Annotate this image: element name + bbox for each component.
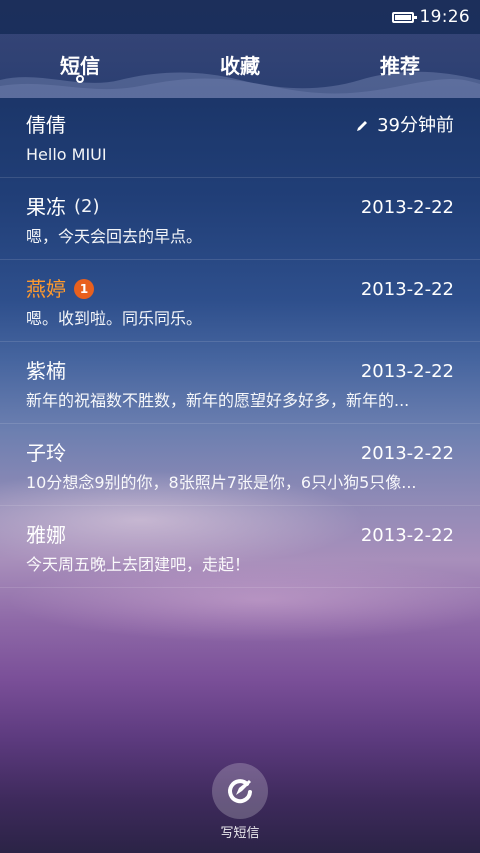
tab-recommended[interactable]: 推荐	[350, 50, 450, 79]
pencil-icon	[357, 121, 368, 131]
tab-favorites[interactable]: 收藏	[190, 50, 290, 79]
selected-tab-indicator	[76, 75, 84, 83]
contact-name: 子玲	[26, 441, 66, 465]
message-count: (2)	[74, 196, 100, 217]
conversation-list: 倩倩 39分钟前 Hello MIUI 果冻 (2) 2013-2-22 嗯，今…	[0, 96, 480, 588]
contact-name: 紫楠	[26, 359, 66, 383]
message-preview: 今天周五晚上去团建吧，走起！	[26, 555, 251, 574]
message-time: 2013-2-22	[360, 197, 454, 218]
conversation-row[interactable]: 雅娜 2013-2-22 今天周五晚上去团建吧，走起！	[0, 506, 480, 588]
conversation-row[interactable]: 果冻 (2) 2013-2-22 嗯，今天会回去的早点。	[0, 178, 480, 260]
contact-name: 倩倩	[26, 113, 66, 137]
conversation-row[interactable]: 倩倩 39分钟前 Hello MIUI	[0, 96, 480, 178]
conversation-row[interactable]: 燕婷 1 2013-2-22 嗯。收到啦。同乐同乐。	[0, 260, 480, 342]
message-time: 2013-2-22	[360, 443, 454, 464]
message-preview: 新年的祝福数不胜数，新年的愿望好多好多，新年的...	[26, 391, 410, 410]
message-preview: 嗯。收到啦。同乐同乐。	[26, 309, 203, 328]
conversation-row[interactable]: 子玲 2013-2-22 10分想念9别的你，8张照片7张是你，6只小狗5只像.…	[0, 424, 480, 506]
message-time: 39分钟前	[377, 115, 454, 136]
compose-icon	[228, 779, 252, 804]
contact-name: 雅娜	[26, 523, 66, 547]
message-time: 2013-2-22	[360, 361, 454, 382]
message-preview: 嗯，今天会回去的早点。	[26, 227, 203, 246]
contact-name: 燕婷	[26, 277, 66, 301]
unread-badge: 1	[74, 279, 94, 299]
contact-name: 果冻	[26, 195, 66, 219]
message-time: 2013-2-22	[360, 279, 454, 300]
compose-button[interactable]	[212, 763, 268, 819]
compose-label: 写短信	[220, 826, 260, 841]
battery-full-icon	[391, 11, 417, 23]
tab-bar: 短信 收藏 推荐	[0, 34, 480, 98]
conversation-row[interactable]: 紫楠 2013-2-22 新年的祝福数不胜数，新年的愿望好多好多，新年的...	[0, 342, 480, 424]
message-time: 2013-2-22	[360, 525, 454, 546]
status-bar: 19:26	[0, 0, 480, 34]
message-preview: 10分想念9别的你，8张照片7张是你，6只小狗5只像...	[26, 473, 417, 492]
status-clock: 19:26	[419, 7, 470, 27]
message-preview: Hello MIUI	[26, 145, 107, 164]
